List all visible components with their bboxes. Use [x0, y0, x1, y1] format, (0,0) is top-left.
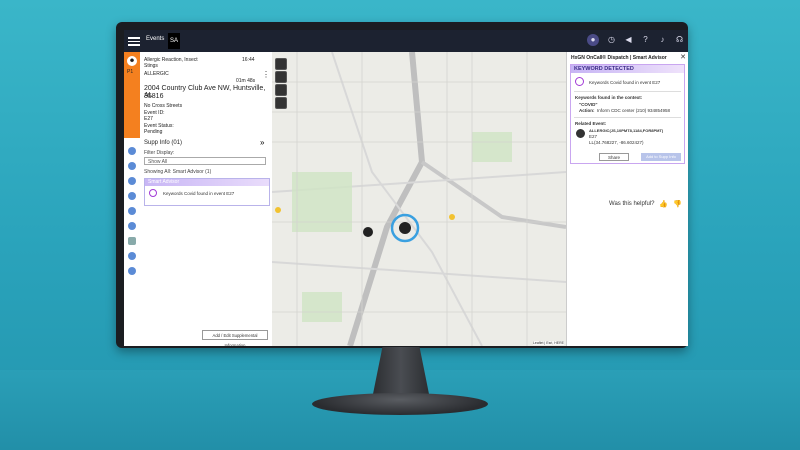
smart-advisor-card[interactable]: Smart Advisor Keywords Covid found in ev… — [144, 178, 270, 206]
thumbs-down-icon[interactable]: 👎 — [673, 200, 682, 208]
user-icon[interactable]: ● — [587, 34, 599, 46]
action-value: Inform CDC center (210) 934854958 — [597, 108, 671, 113]
app-screen: Events SA ● ◷ ◀ ? ♪ ☊ ☻ P1 Allergic Reac… — [124, 30, 688, 346]
advisor-title: HxGN OnCall® Dispatch | Smart Advisor — [571, 55, 667, 61]
event-type-icon — [576, 129, 585, 138]
street-map — [272, 52, 566, 346]
smart-advisor-card-text: Keywords Covid found in event E27 — [163, 191, 235, 196]
context-value: "COVID" — [579, 102, 598, 107]
smart-advisor-panel: HxGN OnCall® Dispatch | Smart Advisor ✕ … — [566, 52, 688, 346]
list-icon[interactable] — [128, 147, 136, 155]
help-icon[interactable]: ? — [641, 34, 650, 46]
event-address-2: 35816 — [144, 93, 164, 100]
map-attribution: Leaflet | Esri, HERE — [532, 341, 564, 345]
link-icon[interactable] — [128, 222, 136, 230]
smart-advisor-card-head: Smart Advisor — [145, 179, 269, 186]
related-event-coords: LL(34.768227, -86.602427) — [589, 140, 644, 145]
filter-select[interactable]: Show All — [144, 157, 266, 165]
keyword-search-icon — [149, 189, 157, 197]
add-to-supp-info-button[interactable]: Add to Supp Info — [641, 153, 681, 161]
map-view[interactable]: Leaflet | Esri, HERE — [272, 52, 566, 346]
history-icon[interactable] — [128, 192, 136, 200]
side-toolbar — [124, 142, 140, 282]
related-event-id[interactable]: ALLERGIC(JS,10PMT8,1184,FOR8PMT) — [589, 128, 663, 133]
share-button[interactable]: Share — [599, 153, 629, 161]
tab-events[interactable]: Events — [146, 36, 164, 42]
monitor-stand-base — [312, 393, 488, 415]
context-label: Keywords found in the context: — [575, 95, 643, 100]
filter-icon[interactable] — [275, 84, 287, 96]
showing-text: Showing All: Smart Advisor (1) — [144, 169, 212, 175]
headset-icon[interactable]: ☊ — [675, 34, 684, 46]
event-elapsed: 01m 48s — [236, 78, 256, 84]
close-icon[interactable]: ✕ — [680, 53, 686, 61]
location-icon[interactable] — [128, 252, 136, 260]
monitor-stand-neck — [372, 347, 430, 399]
related-event-number: E27 — [589, 134, 598, 139]
chat-icon[interactable] — [128, 162, 136, 170]
menu-icon[interactable] — [128, 35, 140, 47]
layers-icon[interactable] — [275, 71, 287, 83]
more-options-icon[interactable]: ⋮ — [262, 70, 270, 79]
supp-info-title: Supp Info (01) — [144, 140, 183, 146]
related-label: Related Event: — [575, 121, 607, 126]
priority-label: P1 — [127, 69, 134, 75]
event-panel: ☻ P1 Allergic Reaction, Insect Stings AL… — [124, 52, 273, 346]
tag-icon[interactable] — [128, 267, 136, 275]
add-supp-info-button[interactable]: Add / Edit Supplemental Information — [202, 330, 268, 346]
filter-label: Filter Display: — [144, 150, 175, 156]
divider — [574, 117, 681, 118]
event-type-icon: ☻ — [127, 56, 137, 66]
expand-icon[interactable]: » — [260, 138, 264, 147]
square-icon[interactable] — [275, 97, 287, 109]
cross-streets: No Cross Streets — [144, 103, 183, 109]
tab-sa[interactable]: SA — [168, 33, 180, 49]
event-status: Pending — [144, 129, 163, 135]
keyword-detected-card: KEYWORD DETECTED Keywords Covid found in… — [570, 64, 685, 164]
phone-icon[interactable] — [128, 177, 136, 185]
smart-advisor-icon[interactable] — [128, 237, 136, 245]
bell-icon[interactable]: ♪ — [658, 34, 667, 46]
zoom-icon[interactable] — [275, 58, 287, 70]
megaphone-icon[interactable]: ◀ — [624, 34, 633, 46]
clock-icon[interactable]: ◷ — [607, 34, 616, 46]
helpful-prompt: Was this helpful? — [609, 201, 655, 207]
keyword-detected-heading: KEYWORD DETECTED — [571, 65, 684, 73]
person-icon[interactable] — [128, 207, 136, 215]
priority-strip: ☻ P1 — [124, 52, 140, 138]
action-label: Action: — [579, 108, 595, 113]
thumbs-up-icon[interactable]: 👍 — [659, 200, 668, 208]
keyword-search-icon — [575, 77, 584, 86]
top-bar: Events SA ● ◷ ◀ ? ♪ ☊ — [124, 30, 688, 52]
event-code: ALLERGIC — [144, 71, 169, 77]
event-time: 16:44 — [242, 57, 255, 63]
event-title-2: Stings — [144, 63, 158, 69]
event-id: E27 — [144, 116, 153, 122]
keyword-message: Keywords Covid found in event E27 — [589, 80, 661, 85]
divider — [574, 91, 681, 92]
